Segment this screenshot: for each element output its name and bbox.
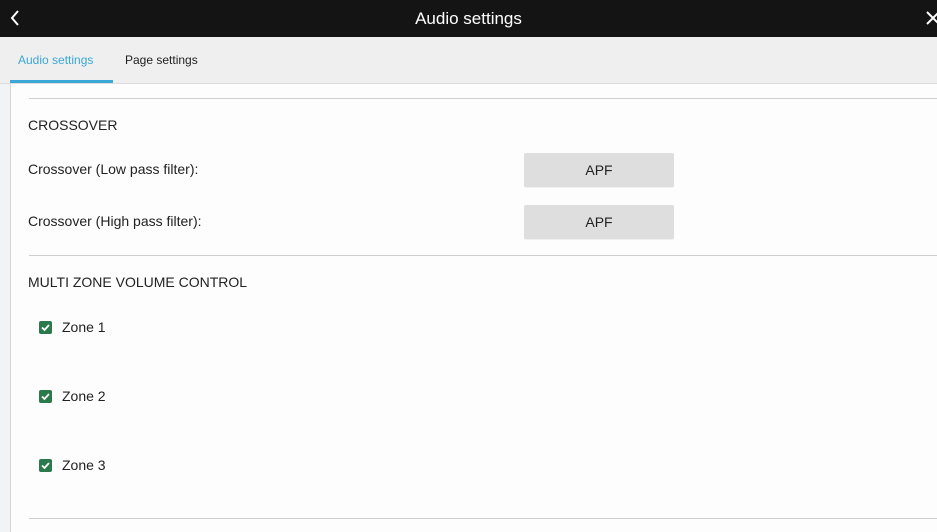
zone-1-checkbox[interactable]: Zone 1 xyxy=(39,317,106,337)
tab-audio-settings[interactable]: Audio settings xyxy=(10,37,113,83)
crossover-high-pass-button[interactable]: APF xyxy=(524,205,674,239)
settings-panel: CROSSOVER Crossover (Low pass filter): A… xyxy=(10,84,937,532)
title-bar: Audio settings xyxy=(0,0,937,37)
crossover-low-pass-label: Crossover (Low pass filter): xyxy=(28,161,199,177)
checkbox-checked-icon xyxy=(39,389,52,403)
divider xyxy=(29,518,937,519)
zone-label: Zone 3 xyxy=(62,457,106,473)
zone-2-checkbox[interactable]: Zone 2 xyxy=(39,386,106,406)
checkbox-checked-icon xyxy=(39,458,52,472)
crossover-section-title: CROSSOVER xyxy=(28,117,118,133)
divider xyxy=(29,255,937,256)
zone-3-checkbox[interactable]: Zone 3 xyxy=(39,455,106,475)
divider xyxy=(29,98,937,99)
checkbox-checked-icon xyxy=(39,320,52,334)
crossover-low-pass-button[interactable]: APF xyxy=(524,153,674,187)
tab-page-settings[interactable]: Page settings xyxy=(125,37,198,83)
page-title: Audio settings xyxy=(415,9,522,28)
close-icon xyxy=(926,11,937,25)
zone-label: Zone 1 xyxy=(62,319,106,335)
crossover-high-pass-label: Crossover (High pass filter): xyxy=(28,213,202,229)
close-button[interactable] xyxy=(923,6,937,30)
tab-bar: Audio settings Page settings xyxy=(0,37,937,84)
multizone-section-title: MULTI ZONE VOLUME CONTROL xyxy=(28,274,248,290)
zone-label: Zone 2 xyxy=(62,388,106,404)
